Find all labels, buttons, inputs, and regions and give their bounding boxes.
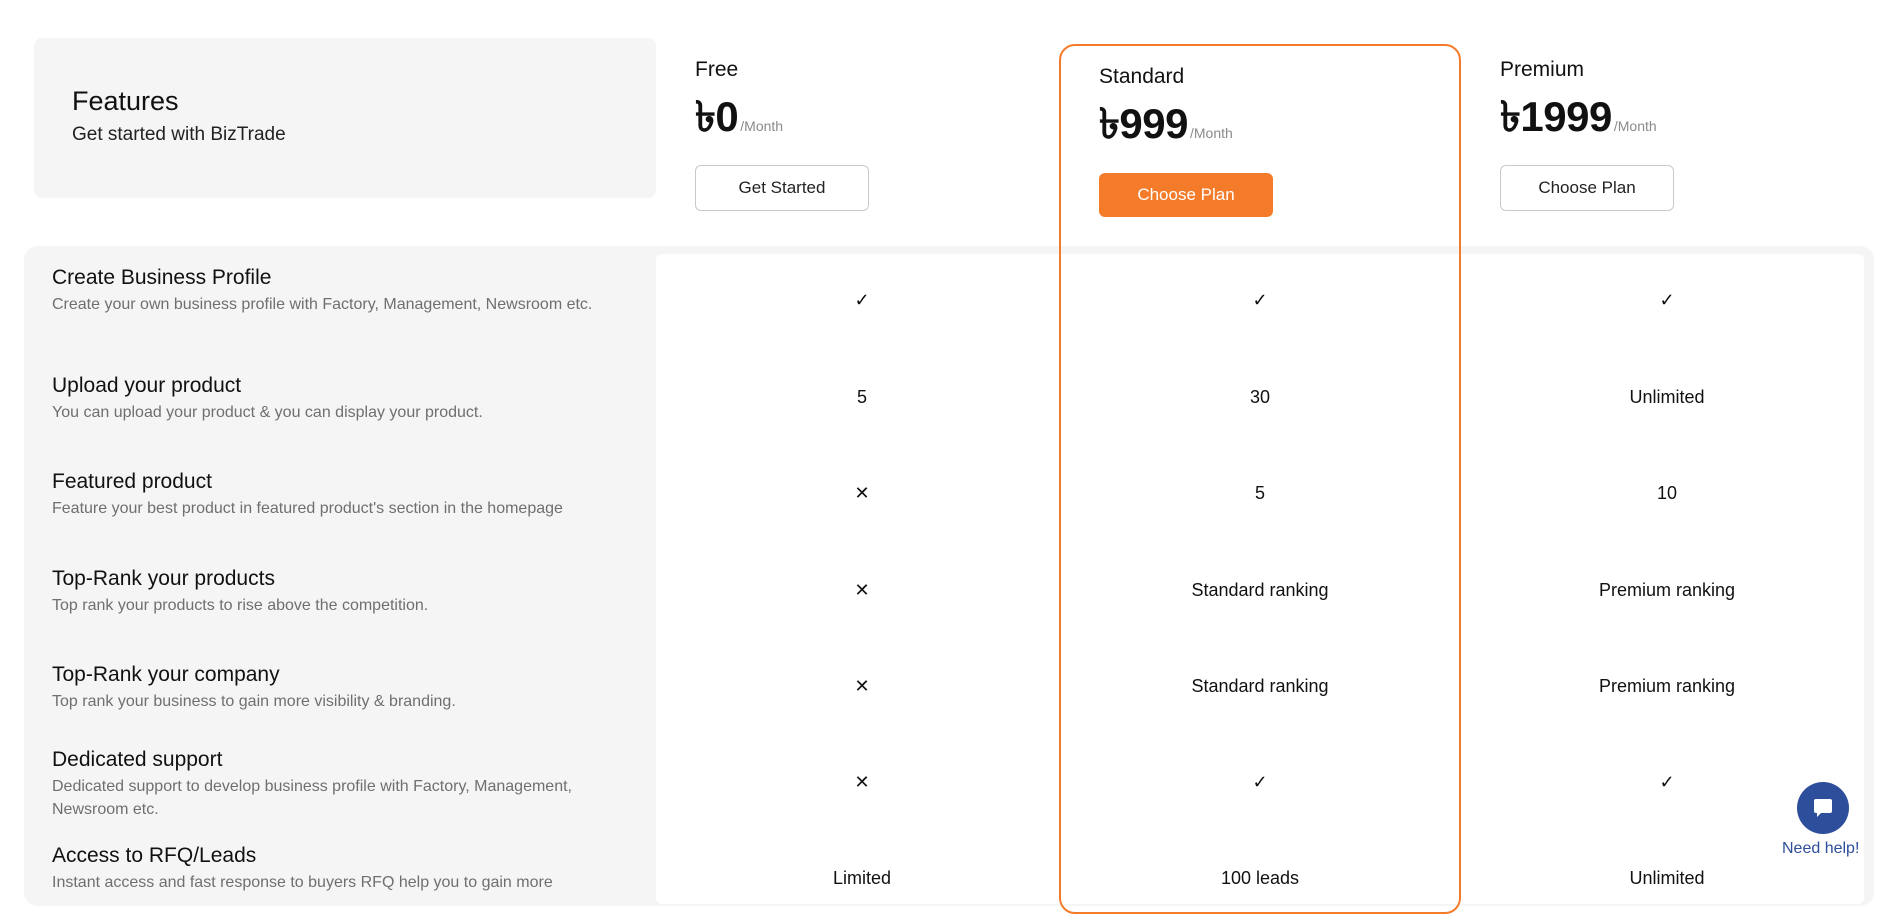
plan-price: ৳0 <box>695 93 739 140</box>
price-row: ৳1999 /Month <box>1500 84 1674 155</box>
free-value: 5 <box>856 387 867 407</box>
need-help-link[interactable]: Need help! <box>1782 840 1859 858</box>
standard-value: Standard ranking <box>1191 676 1329 696</box>
free-value: ✕ <box>854 580 870 600</box>
premium-value: ✓ <box>1659 772 1675 792</box>
feature-description: Top rank your business to gain more visi… <box>52 693 456 710</box>
price-period: /Month <box>1613 118 1657 134</box>
plan-free: Free ৳0 /Month Get Started <box>695 58 869 211</box>
chat-icon <box>1814 799 1832 817</box>
feature-title: Dedicated support <box>52 748 223 771</box>
feature-description: Instant access and fast response to buye… <box>52 874 553 891</box>
premium-value: 10 <box>1656 483 1678 503</box>
features-subtitle: Get started with BizTrade <box>72 124 286 145</box>
standard-value: ✓ <box>1252 290 1268 310</box>
price-period: /Month <box>740 118 784 134</box>
feature-row: Top-Rank your products Top rank your pro… <box>52 567 632 617</box>
free-value: ✓ <box>854 290 870 310</box>
feature-title: Upload your product <box>52 374 242 397</box>
choose-plan-premium-button[interactable]: Choose Plan <box>1500 165 1674 211</box>
features-header <box>34 38 656 198</box>
feature-row: Featured product Feature your best produ… <box>52 470 632 520</box>
feature-row: Upload your product You can upload your … <box>52 374 632 424</box>
feature-description: Dedicated support to develop business pr… <box>52 778 572 818</box>
plan-standard: Standard ৳999 /Month Choose Plan <box>1099 65 1273 217</box>
premium-value: Unlimited <box>1629 868 1705 888</box>
plan-name: Premium <box>1500 58 1585 81</box>
plan-name: Standard <box>1099 65 1185 88</box>
get-started-button[interactable]: Get Started <box>695 165 869 211</box>
price-row: ৳0 /Month <box>695 84 869 155</box>
feature-description: You can upload your product & you can di… <box>52 404 483 421</box>
feature-title: Access to RFQ/Leads <box>52 844 257 867</box>
feature-row: Top-Rank your company Top rank your busi… <box>52 663 632 713</box>
feature-title: Top-Rank your products <box>52 567 275 590</box>
standard-value: 5 <box>1254 483 1265 503</box>
feature-title: Create Business Profile <box>52 266 272 289</box>
plan-price: ৳999 <box>1099 100 1189 147</box>
free-value: ✕ <box>854 676 870 696</box>
feature-description: Feature your best product in featured pr… <box>52 500 563 517</box>
feature-title: Top-Rank your company <box>52 663 280 686</box>
feature-description: Top rank your products to rise above the… <box>52 597 429 614</box>
plan-price: ৳1999 <box>1500 93 1612 140</box>
feature-row: Dedicated support Dedicated support to d… <box>52 748 632 821</box>
feature-row: Create Business Profile Create your own … <box>52 266 632 316</box>
standard-value: ✓ <box>1252 772 1268 792</box>
standard-value: 30 <box>1249 387 1271 407</box>
help-chat-button[interactable] <box>1797 782 1849 834</box>
free-value: ✕ <box>854 772 870 792</box>
feature-row: Access to RFQ/Leads Instant access and f… <box>52 844 632 894</box>
price-row: ৳999 /Month <box>1099 91 1273 162</box>
plan-name: Free <box>695 58 739 81</box>
premium-value: ✓ <box>1659 290 1675 310</box>
plan-premium: Premium ৳1999 /Month Choose Plan <box>1500 58 1674 211</box>
free-value: ✕ <box>854 483 870 503</box>
feature-description: Create your own business profile with Fa… <box>52 296 593 313</box>
standard-value: 100 leads <box>1220 868 1300 888</box>
free-value: Limited <box>832 868 892 888</box>
price-period: /Month <box>1190 125 1233 141</box>
feature-title: Featured product <box>52 470 212 493</box>
standard-value: Standard ranking <box>1191 580 1329 600</box>
premium-value: Unlimited <box>1629 387 1705 407</box>
premium-value: Premium ranking <box>1598 580 1736 600</box>
premium-value: Premium ranking <box>1598 676 1736 696</box>
features-title: Features <box>72 86 179 116</box>
choose-plan-standard-button[interactable]: Choose Plan <box>1099 173 1273 217</box>
